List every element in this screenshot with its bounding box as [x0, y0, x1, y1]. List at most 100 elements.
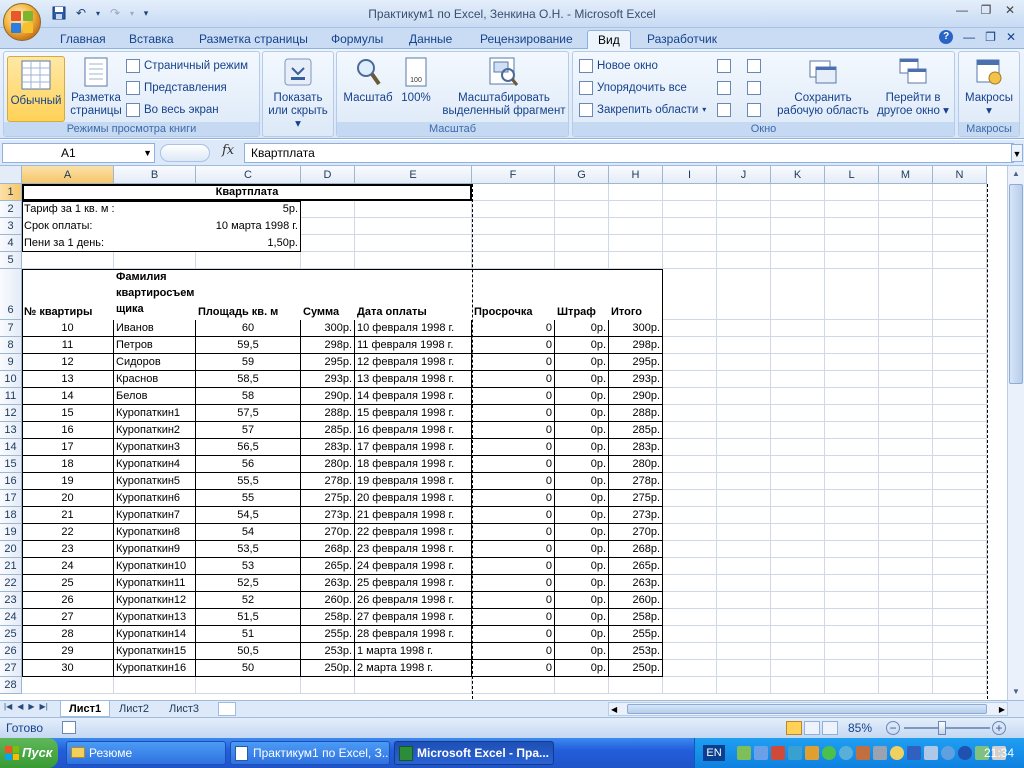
- table-cell[interactable]: 0: [472, 422, 555, 439]
- table-cell[interactable]: 290р.: [609, 388, 663, 405]
- tab-data[interactable]: Данные: [399, 30, 462, 49]
- table-cell[interactable]: Куропаткин15: [114, 643, 196, 660]
- table-cell[interactable]: Куропаткин6: [114, 490, 196, 507]
- grid-cell[interactable]: [879, 524, 933, 541]
- table-cell[interactable]: 59: [196, 354, 301, 371]
- table-cell[interactable]: 293р.: [609, 371, 663, 388]
- table-cell[interactable]: 15: [22, 405, 114, 422]
- grid-cell[interactable]: [663, 218, 717, 235]
- grid-cell[interactable]: [879, 218, 933, 235]
- table-cell[interactable]: 0: [472, 541, 555, 558]
- tab-home[interactable]: Главная: [50, 30, 116, 49]
- column-header-g[interactable]: G: [555, 166, 609, 184]
- table-cell[interactable]: 0: [472, 337, 555, 354]
- split-button[interactable]: [717, 56, 731, 75]
- row-header-13[interactable]: 13: [0, 422, 22, 439]
- table-cell[interactable]: 260р.: [301, 592, 355, 609]
- grid-cell[interactable]: [717, 643, 771, 660]
- grid-cell[interactable]: [771, 575, 825, 592]
- table-cell[interactable]: 27 февраля 1998 г.: [355, 609, 472, 626]
- grid-cell[interactable]: [717, 626, 771, 643]
- grid-cell[interactable]: [717, 269, 771, 320]
- grid-cell[interactable]: [663, 252, 717, 269]
- zoom-in-icon[interactable]: +: [992, 721, 1006, 735]
- last-sheet-icon[interactable]: ▶|: [40, 702, 48, 711]
- table-cell[interactable]: 24: [22, 558, 114, 575]
- table-cell[interactable]: 280р.: [301, 456, 355, 473]
- tray-shield-icon[interactable]: [907, 746, 921, 760]
- grid-cell[interactable]: [114, 252, 196, 269]
- grid-cell[interactable]: [825, 473, 879, 490]
- table-cell[interactable]: 298р.: [609, 337, 663, 354]
- grid-cell[interactable]: [771, 201, 825, 218]
- grid-cell[interactable]: [771, 490, 825, 507]
- view-side-by-side-button[interactable]: [747, 56, 761, 75]
- grid-cell[interactable]: [717, 524, 771, 541]
- table-cell[interactable]: 21 февраля 1998 г.: [355, 507, 472, 524]
- header-delay-cell[interactable]: Просрочка: [472, 269, 555, 320]
- grid-cell[interactable]: [555, 218, 609, 235]
- table-cell[interactable]: 250р.: [301, 660, 355, 677]
- grid-cell[interactable]: [472, 184, 555, 201]
- grid-cell[interactable]: [879, 439, 933, 456]
- table-cell[interactable]: Куропаткин2: [114, 422, 196, 439]
- start-button[interactable]: Пуск: [0, 738, 58, 768]
- column-header-l[interactable]: L: [825, 166, 879, 184]
- table-cell[interactable]: 13 февраля 1998 г.: [355, 371, 472, 388]
- table-cell[interactable]: 0: [472, 660, 555, 677]
- table-cell[interactable]: 300р.: [609, 320, 663, 337]
- tray-app-icon[interactable]: [805, 746, 819, 760]
- grid-cell[interactable]: [717, 422, 771, 439]
- zoom-level[interactable]: 85%: [848, 721, 872, 735]
- table-cell[interactable]: 0р.: [555, 473, 609, 490]
- table-cell[interactable]: Куропаткин8: [114, 524, 196, 541]
- grid-cell[interactable]: [771, 626, 825, 643]
- table-cell[interactable]: 0: [472, 490, 555, 507]
- expand-formula-bar-icon[interactable]: ▼: [1011, 144, 1023, 162]
- tray-chat-icon[interactable]: [890, 746, 904, 760]
- zoom-button[interactable]: Масштаб: [341, 56, 395, 105]
- table-cell[interactable]: 260р.: [609, 592, 663, 609]
- table-cell[interactable]: 270р.: [301, 524, 355, 541]
- table-cell[interactable]: 293р.: [301, 371, 355, 388]
- grid-cell[interactable]: [933, 337, 987, 354]
- table-cell[interactable]: 0: [472, 405, 555, 422]
- table-cell[interactable]: Куропаткин1: [114, 405, 196, 422]
- row-header-22[interactable]: 22: [0, 575, 22, 592]
- table-cell[interactable]: 255р.: [609, 626, 663, 643]
- unhide-button[interactable]: [717, 100, 731, 119]
- grid-cell[interactable]: [825, 643, 879, 660]
- taskbar-item-word[interactable]: Практикум1 по Excel, З...: [230, 741, 390, 765]
- taskbar-item-resume[interactable]: Резюме: [66, 741, 226, 765]
- grid-cell[interactable]: [771, 405, 825, 422]
- tray-antivirus-icon[interactable]: [788, 746, 802, 760]
- formula-input[interactable]: Квартплата: [244, 143, 1014, 163]
- table-cell[interactable]: 50,5: [196, 643, 301, 660]
- row-header-6[interactable]: 6: [0, 269, 22, 320]
- table-cell[interactable]: 12: [22, 354, 114, 371]
- table-cell[interactable]: 265р.: [609, 558, 663, 575]
- worksheet-grid[interactable]: A B C D E F G H I J K L M N 1 2 3 4 5 6 7 8 9 10 11 12 13 14 15 16 17 1…: [0, 166, 1024, 700]
- grid-cell[interactable]: [933, 252, 987, 269]
- table-cell[interactable]: 0: [472, 456, 555, 473]
- grid-cell[interactable]: [717, 320, 771, 337]
- table-cell[interactable]: 0р.: [555, 337, 609, 354]
- table-cell[interactable]: 0р.: [555, 490, 609, 507]
- table-cell[interactable]: 280р.: [609, 456, 663, 473]
- sheet-tab-list3[interactable]: Лист3: [163, 701, 205, 717]
- grid-cell[interactable]: [663, 660, 717, 677]
- grid-cell[interactable]: [555, 235, 609, 252]
- page-layout-status-icon[interactable]: [804, 721, 820, 735]
- table-cell[interactable]: 0р.: [555, 439, 609, 456]
- grid-cell[interactable]: [355, 235, 472, 252]
- tray-power-icon[interactable]: [924, 746, 938, 760]
- grid-cell[interactable]: [771, 541, 825, 558]
- grid-cell[interactable]: [933, 388, 987, 405]
- table-cell[interactable]: 23: [22, 541, 114, 558]
- table-cell[interactable]: 54,5: [196, 507, 301, 524]
- arrange-all-button[interactable]: Упорядочить все: [579, 78, 687, 97]
- grid-cell[interactable]: [933, 218, 987, 235]
- grid-cell[interactable]: [825, 405, 879, 422]
- table-cell[interactable]: Куропаткин14: [114, 626, 196, 643]
- grid-cell[interactable]: [771, 337, 825, 354]
